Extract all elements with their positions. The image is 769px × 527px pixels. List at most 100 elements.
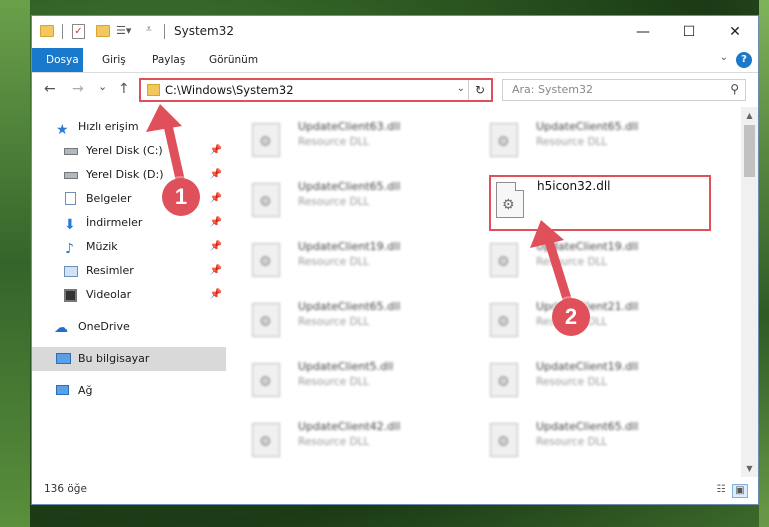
list-item[interactable]: UpdateClient5.dll Resource DLL [226, 349, 456, 401]
dll-file-icon [252, 363, 280, 397]
scroll-down-icon[interactable]: ▼ [741, 460, 758, 477]
file-type: Resource DLL [298, 436, 370, 448]
divider [164, 24, 165, 39]
search-icon[interactable]: ⚲ [730, 82, 739, 96]
pin-icon[interactable]: 📌 [210, 259, 222, 283]
gear-icon: ⚙ [502, 197, 515, 213]
properties-icon[interactable]: ✓ [72, 24, 85, 39]
list-item[interactable]: UpdateClient65.dll Resource DLL [464, 409, 694, 461]
vertical-scrollbar[interactable]: ▲ ▼ [741, 107, 758, 477]
sidebar-item-drive-c[interactable]: Yerel Disk (C:) 📌 [32, 139, 226, 163]
details-view-icon[interactable]: ☷ [714, 484, 728, 496]
sidebar-item-label: Bu bilgisayar [78, 352, 150, 365]
scroll-thumb[interactable] [744, 125, 755, 177]
recent-locations-button[interactable]: ⌄ [98, 80, 107, 93]
window-title: System32 [174, 24, 235, 38]
folder-icon [40, 25, 54, 37]
step-badge-1: 1 [162, 178, 200, 216]
sidebar-item-onedrive[interactable]: ☁ OneDrive [32, 315, 226, 339]
refresh-button[interactable]: ↻ [468, 80, 491, 100]
computer-icon [56, 353, 71, 364]
search-input[interactable]: Ara: System32 ⚲ [502, 79, 746, 101]
sidebar-item-label: Ağ [78, 384, 93, 397]
pin-icon[interactable]: 📌 [210, 139, 222, 163]
sidebar-item-pictures[interactable]: Resimler 📌 [32, 259, 226, 283]
file-name: UpdateClient42.dll [298, 420, 401, 433]
pin-icon[interactable]: 📌 [210, 211, 222, 235]
videos-icon [64, 289, 77, 302]
address-bar[interactable]: C:\Windows\System32 ⌄ ↻ [139, 78, 493, 102]
file-explorer-window: ✓ ☰▾ ⩡ System32 — ☐ ✕ Dosya Giriş Paylaş… [31, 15, 759, 505]
list-item[interactable]: UpdateClient19.dll Resource DLL [226, 229, 456, 281]
cloud-icon: ☁ [54, 320, 68, 336]
documents-icon [65, 192, 76, 205]
navigation-pane: ★ Hızlı erişim Yerel Disk (C:) 📌 Yerel D… [32, 107, 226, 477]
sidebar-item-label: Videolar [86, 288, 132, 301]
highlighted-file-name[interactable]: h5icon32.dll [537, 179, 611, 193]
sidebar-item-label: OneDrive [78, 320, 130, 333]
list-item[interactable]: UpdateClient63.dll Resource DLL [226, 109, 456, 161]
pin-icon[interactable]: 📌 [210, 187, 222, 211]
folder-icon [147, 84, 160, 96]
navigation-bar: ← → ⌄ ↑ C:\Windows\System32 ⌄ ↻ Ara: Sys… [32, 73, 758, 107]
dll-file-icon [252, 183, 280, 217]
file-type: Resource DLL [298, 316, 370, 328]
minimize-button[interactable]: — [620, 16, 666, 48]
list-item[interactable]: UpdateClient42.dll Resource DLL [226, 409, 456, 461]
status-bar: 136 öğe ☷ ▣ [32, 476, 758, 504]
dll-file-icon[interactable]: ⚙ [496, 182, 524, 218]
back-button[interactable]: ← [44, 81, 56, 97]
file-name: UpdateClient65.dll [536, 120, 639, 133]
tab-home[interactable]: Giriş [92, 48, 136, 72]
sidebar-item-label: Resimler [86, 264, 134, 277]
tab-view[interactable]: Görünüm [199, 48, 268, 72]
sidebar-item-network[interactable]: Ağ [32, 379, 226, 403]
sidebar-item-quick-access[interactable]: ★ Hızlı erişim [32, 115, 226, 139]
chevron-down-icon[interactable]: ⌄ [457, 83, 465, 94]
file-name: UpdateClient65.dll [298, 180, 401, 193]
large-icons-view-icon[interactable]: ▣ [732, 484, 748, 498]
ribbon-tabs: Dosya Giriş Paylaş Görünüm ⌄ ? [32, 48, 758, 73]
dll-file-icon [252, 423, 280, 457]
chevron-down-icon[interactable]: ⌄ [720, 52, 728, 63]
sidebar-item-downloads[interactable]: ⬇ İndirmeler 📌 [32, 211, 226, 235]
file-name: UpdateClient63.dll [298, 120, 401, 133]
desktop-background-left [0, 0, 30, 527]
list-item[interactable]: UpdateClient65.dll Resource DLL [226, 169, 456, 221]
list-item[interactable]: UpdateClient19.dll Resource DLL [464, 349, 694, 401]
drive-icon [64, 172, 78, 179]
up-button[interactable]: ↑ [118, 81, 130, 97]
pin-icon[interactable]: 📌 [210, 235, 222, 259]
dll-file-icon [252, 303, 280, 337]
sidebar-item-label: Yerel Disk (C:) [86, 144, 163, 157]
file-type: Resource DLL [298, 256, 370, 268]
list-item[interactable]: UpdateClient65.dll Resource DLL [464, 109, 694, 161]
sidebar-item-this-pc[interactable]: Bu bilgisayar [32, 347, 226, 371]
file-list: UpdateClient63.dll Resource DLL UpdateCl… [226, 107, 742, 477]
dll-file-icon [252, 243, 280, 277]
sidebar-item-drive-d[interactable]: Yerel Disk (D:) 📌 [32, 163, 226, 187]
list-item[interactable]: UpdateClient19.dll Resource DLL [464, 229, 694, 281]
close-button[interactable]: ✕ [712, 16, 758, 48]
view-icon[interactable]: ☰▾ [116, 24, 131, 38]
file-name: UpdateClient19.dll [298, 240, 401, 253]
customize-toolbar-icon[interactable]: ⩡ [146, 24, 152, 38]
tab-file[interactable]: Dosya [32, 48, 83, 72]
address-path[interactable]: C:\Windows\System32 [165, 83, 294, 97]
sidebar-item-label: Yerel Disk (D:) [86, 168, 164, 181]
step-badge-2: 2 [552, 298, 590, 336]
forward-button[interactable]: → [72, 81, 84, 97]
scroll-up-icon[interactable]: ▲ [741, 107, 758, 124]
search-placeholder: Ara: System32 [512, 83, 594, 96]
list-item[interactable]: UpdateClient65.dll Resource DLL [226, 289, 456, 341]
tab-share[interactable]: Paylaş [142, 48, 195, 72]
desktop-background-right [759, 0, 769, 527]
pin-icon[interactable]: 📌 [210, 163, 222, 187]
title-bar: ✓ ☰▾ ⩡ System32 — ☐ ✕ [32, 16, 758, 48]
maximize-button[interactable]: ☐ [666, 16, 712, 48]
pin-icon[interactable]: 📌 [210, 283, 222, 307]
sidebar-item-music[interactable]: ♪ Müzik 📌 [32, 235, 226, 259]
help-icon[interactable]: ? [736, 52, 752, 68]
sidebar-item-videos[interactable]: Videolar 📌 [32, 283, 226, 307]
new-folder-icon[interactable] [96, 25, 110, 37]
